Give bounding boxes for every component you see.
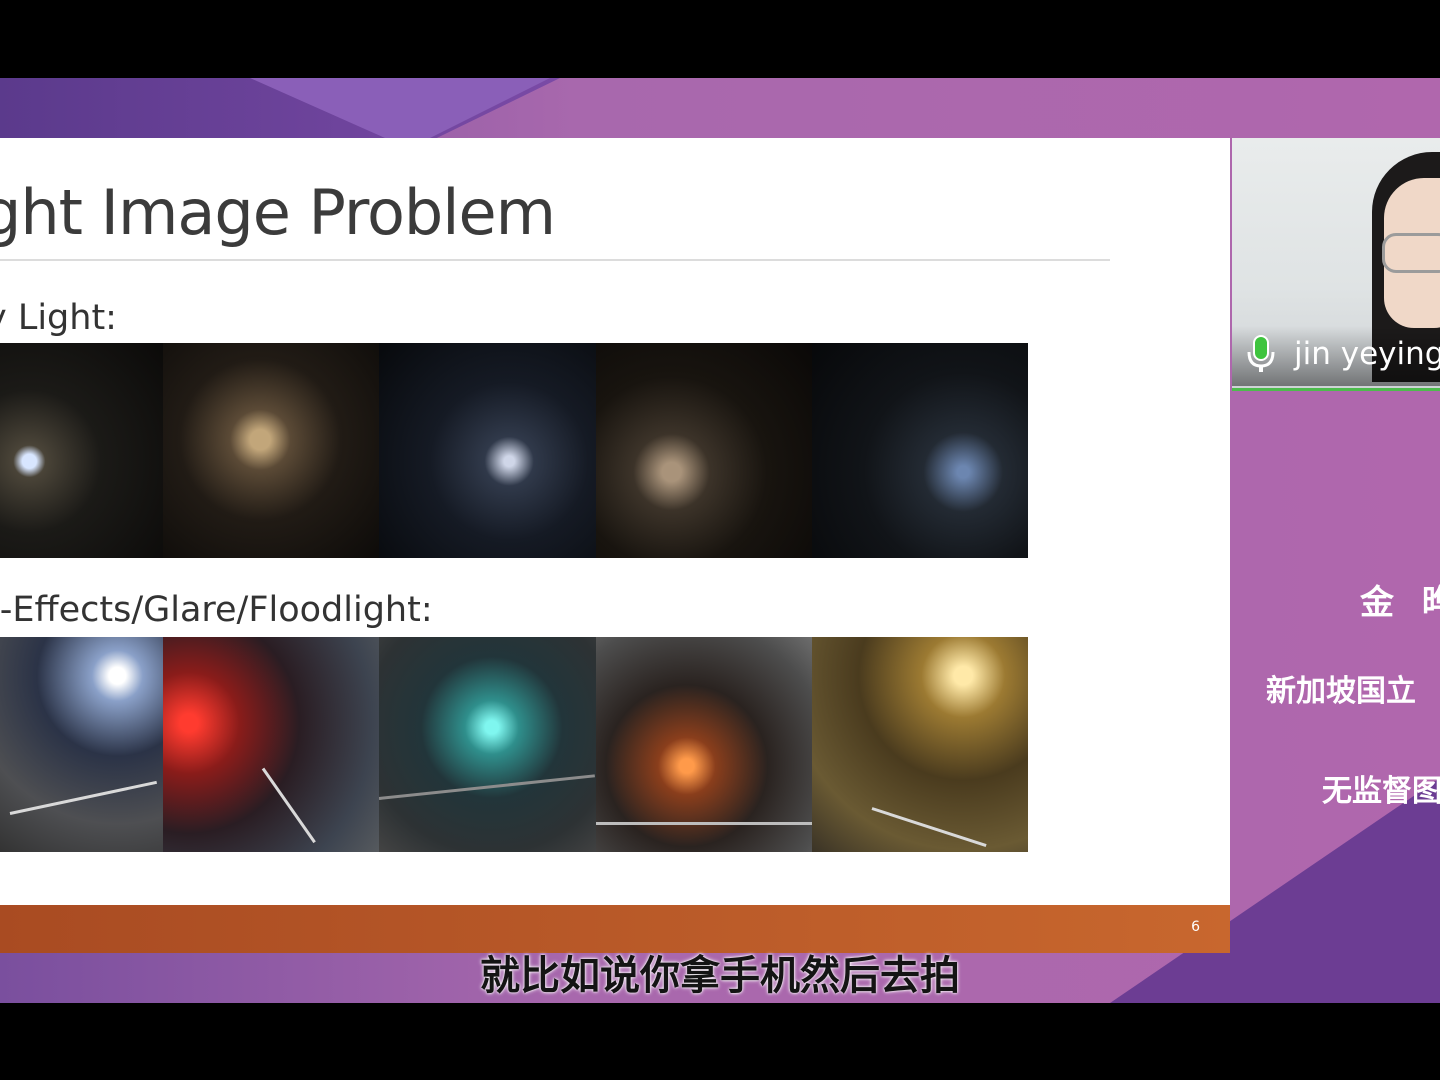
title-divider [0, 259, 1110, 261]
yellow-floodlight-road-photo [812, 637, 1028, 852]
participant-video-tile[interactable]: jin yeying [1232, 138, 1440, 388]
road-marking [871, 807, 987, 848]
road-marking [596, 822, 812, 825]
road-marking [9, 780, 158, 815]
top-letterbox [0, 0, 1440, 78]
slide-title: ght Image Problem [0, 176, 556, 249]
active-speaker-border [1232, 388, 1440, 391]
section-label-low-light: y Light: [0, 298, 117, 338]
teal-glare-street-photo [379, 637, 596, 852]
shared-slide: ght Image Problem y Light: t-Effects/Gla… [0, 138, 1230, 953]
participant-name-bar: jin yeying [1232, 326, 1440, 386]
orange-streetlight-photo [596, 637, 812, 852]
presentation-stage: ght Image Problem y Light: t-Effects/Gla… [0, 78, 1440, 1003]
low-light-photo-strip [0, 343, 1028, 558]
bottom-letterbox [0, 1003, 1440, 1080]
caption-subtitle: 就比如说你拿手机然后去拍 [480, 953, 960, 999]
participant-name: jin yeying [1294, 336, 1440, 372]
microphone-icon [1247, 335, 1275, 372]
talk-topic: 无监督图 [1322, 774, 1440, 809]
road-marking [379, 774, 595, 800]
night-apartment-photo [596, 343, 812, 558]
section-label-light-effects: t-Effects/Glare/Floodlight: [0, 590, 433, 630]
speaker-name: 金 晔 [1360, 583, 1440, 623]
night-city-skyline-photo [379, 343, 596, 558]
speaker-affiliation: 新加坡国立 [1266, 674, 1416, 709]
floodlight-intersection-photo [0, 637, 163, 852]
night-house-photo [0, 343, 163, 558]
slide-page-number: 6 [1191, 919, 1200, 935]
night-villa-photo [163, 343, 379, 558]
dark-building-photo [812, 343, 1028, 558]
road-marking [261, 767, 316, 844]
light-effects-photo-strip [0, 637, 1028, 852]
red-light-street-photo [163, 637, 379, 852]
participant-video-glasses [1382, 233, 1440, 273]
